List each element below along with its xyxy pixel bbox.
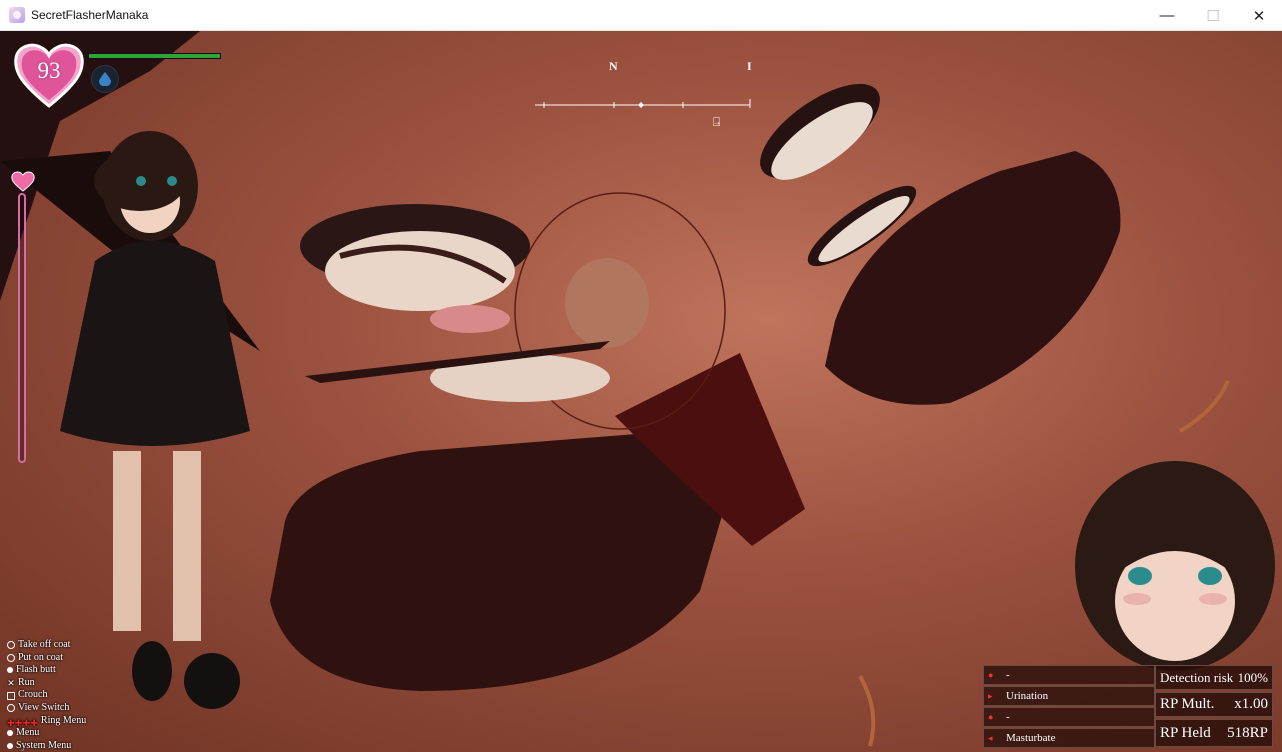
button-circle-icon [7, 704, 15, 713]
hair-strand-2 [858, 675, 876, 747]
window-titlebar: SecretFlasherManaka — ☐ ✕ [0, 0, 1282, 31]
rp-held-label: RP Held [1160, 724, 1211, 741]
control-hint: System Menu [7, 740, 86, 752]
control-hint: ✚ ✚ ✚ ✚ Ring Menu [7, 714, 87, 728]
control-hint: Put on coat [7, 652, 86, 665]
heart-value: 93 [37, 58, 61, 83]
eye-left-pink [430, 305, 510, 333]
control-hint: View Switch [7, 702, 86, 715]
button-x-icon: ✕ [7, 678, 15, 689]
close-button[interactable]: ✕ [1236, 0, 1282, 31]
button-dot-icon [7, 730, 13, 737]
maximize-button[interactable]: ☐ [1190, 0, 1236, 31]
nose-blob [565, 258, 649, 348]
dark-shape-right [825, 151, 1121, 405]
rp-held-value: 518RP [1227, 724, 1268, 741]
window-title: SecretFlasherManaka [31, 8, 149, 22]
stats-panel: Detection risk 100% RP Mult. x1.00 RP He… [1155, 665, 1273, 749]
action-slot-urination[interactable]: ▸ Urination [983, 686, 1155, 706]
action-slot-masturbate[interactable]: ◂ Masturbate [983, 728, 1155, 748]
action-marker-icon: ▸ [988, 691, 993, 701]
button-dot-icon [7, 743, 13, 750]
rp-mult-value: x1.00 [1234, 696, 1268, 712]
hp-bar-fill [89, 54, 220, 58]
rp-mult-label: RP Mult. [1160, 696, 1215, 712]
compass-bar [535, 99, 751, 108]
control-hint: Take off coat [7, 639, 86, 652]
app-icon [9, 7, 25, 23]
action-panel: ● - ▸ Urination ● - ◂ Masturbate [983, 665, 1155, 749]
dark-shape-bottom [270, 429, 736, 691]
control-hint: Flash butt [7, 664, 86, 677]
button-square-icon [7, 691, 15, 700]
action-marker-icon: ● [988, 712, 994, 722]
game-viewport[interactable]: 93 N I ⍈ Take off coat Put on coat Flash… [0, 31, 1282, 752]
hair-strand [1179, 380, 1230, 433]
dpad-icon: ✚ ✚ ✚ ✚ [7, 717, 38, 728]
character-portrait [1075, 461, 1275, 671]
compass-east: I [747, 59, 752, 73]
control-hints: Take off coat Put on coat Flash butt ✕ Ru… [7, 639, 86, 752]
button-circle-icon [7, 653, 15, 662]
button-dot-icon [7, 667, 13, 674]
scene-render [0, 31, 1275, 747]
action-slot[interactable]: ● - [983, 707, 1155, 727]
objective-marker-icon: ⍈ [713, 115, 721, 129]
control-hint: ✕ Run [7, 676, 35, 689]
action-slot[interactable]: ● - [983, 665, 1155, 685]
detection-risk: Detection risk 100% [1155, 665, 1273, 690]
minimize-button[interactable]: — [1144, 0, 1190, 31]
rp-held: RP Held 518RP [1155, 719, 1273, 747]
detection-risk-value: 100% [1237, 669, 1268, 685]
action-marker-icon: ● [988, 670, 994, 680]
compass: N I ⍈ [530, 59, 755, 139]
heart-meter: 93 [12, 40, 86, 108]
detection-risk-label: Detection risk [1160, 669, 1234, 685]
water-drop-icon [91, 65, 119, 93]
button-circle-icon [7, 641, 15, 650]
control-hint: Crouch [7, 689, 86, 702]
control-hint: Menu [7, 727, 86, 740]
compass-north: N [609, 59, 618, 73]
rp-multiplier: RP Mult. x1.00 [1155, 692, 1273, 717]
arousal-heart-icon [11, 170, 35, 192]
hp-bar [88, 53, 221, 59]
window-controls: — ☐ ✕ [1144, 0, 1282, 31]
arousal-gauge [18, 193, 26, 463]
action-marker-icon: ◂ [988, 733, 993, 743]
